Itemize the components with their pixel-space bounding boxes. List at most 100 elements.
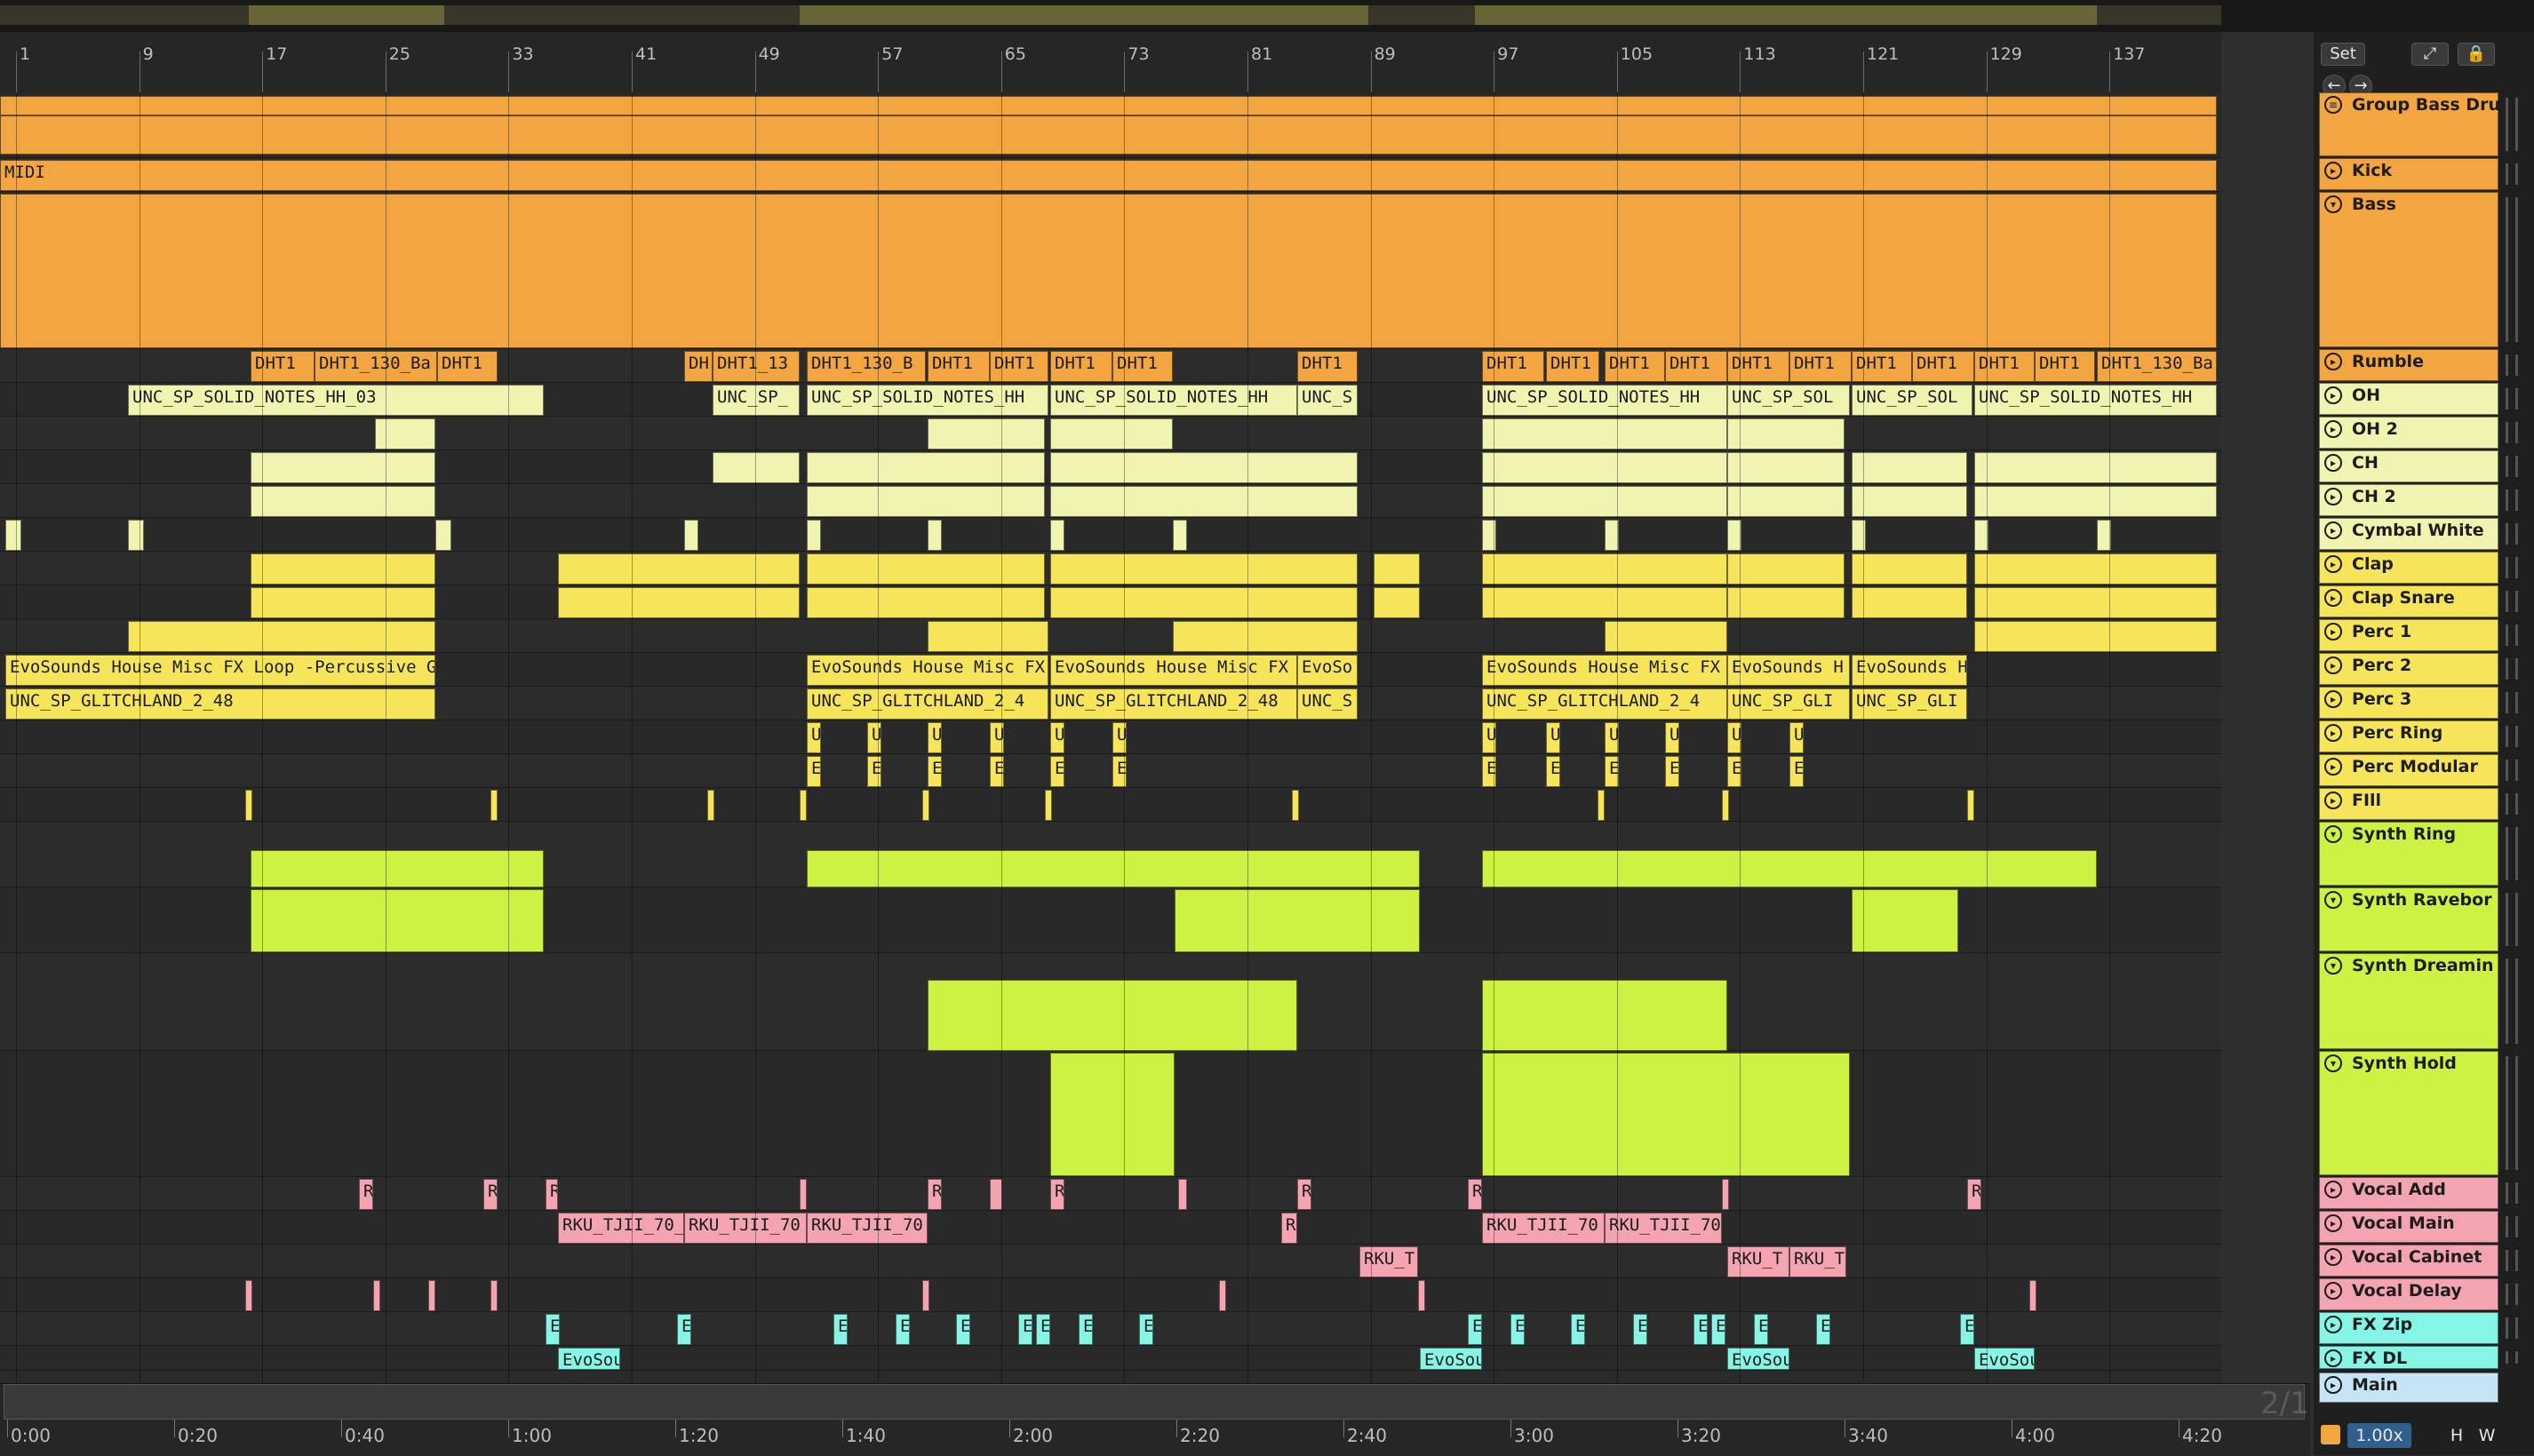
play-icon[interactable]: ▸ [2324, 1376, 2342, 1394]
clip[interactable] [251, 553, 435, 585]
clip[interactable]: E [1605, 756, 1619, 787]
clip[interactable] [0, 194, 2217, 348]
clip[interactable] [684, 520, 698, 551]
clip[interactable] [128, 621, 435, 652]
track-header[interactable]: ▾ Synth Ravebor [2319, 887, 2498, 951]
track-activator[interactable] [2506, 1056, 2518, 1170]
clip[interactable] [1852, 520, 1866, 551]
track-activator[interactable] [2506, 692, 2518, 713]
record-icon[interactable] [2321, 1425, 2340, 1444]
track-header[interactable]: ▸ Perc Modular [2319, 754, 2498, 786]
track-activator[interactable] [2506, 456, 2518, 477]
clip[interactable] [5, 520, 21, 551]
clip[interactable] [128, 520, 144, 551]
track-activator[interactable] [2506, 591, 2518, 612]
clip[interactable] [807, 520, 821, 551]
track-lane[interactable] [0, 788, 2221, 822]
clip[interactable]: DHT1 [1050, 351, 1112, 382]
clip[interactable]: DHT1_130_Ba [2097, 351, 2217, 382]
arrangement-overview[interactable] [0, 0, 2534, 32]
clip[interactable]: UNC_SP_SOLID_NOTES_HH [1482, 385, 1727, 416]
fold-icon[interactable]: ▾ [2324, 957, 2342, 975]
clip[interactable]: UNC_SP_GLITCHLAND_2_4 [807, 688, 1048, 720]
clip[interactable] [1605, 520, 1619, 551]
clip[interactable]: E [833, 1314, 848, 1345]
clip[interactable]: E [1665, 756, 1679, 787]
group-icon[interactable]: ≡ [2324, 96, 2342, 114]
clip[interactable] [922, 1280, 929, 1311]
clip[interactable]: DHT1 [990, 351, 1048, 382]
w-button[interactable]: W [2475, 1423, 2498, 1448]
clip[interactable] [928, 520, 942, 551]
clip[interactable] [807, 587, 1045, 618]
clip[interactable]: EvoSo [1297, 655, 1358, 686]
track-activator[interactable] [2506, 163, 2518, 185]
clip[interactable] [1727, 553, 1845, 585]
clip[interactable] [1974, 520, 1988, 551]
clip[interactable]: DHT1 [928, 351, 990, 382]
clip[interactable]: UNC_SP_GLITCHLAND_2_48 [5, 688, 435, 720]
clip[interactable]: E [1482, 756, 1496, 787]
h-button[interactable]: H [2445, 1423, 2468, 1448]
clip[interactable] [2097, 520, 2111, 551]
clip[interactable] [1219, 1280, 1226, 1311]
clip[interactable]: R [1281, 1213, 1297, 1244]
clip[interactable]: U [990, 722, 1004, 753]
clip[interactable]: E [1139, 1314, 1153, 1345]
track-header[interactable]: ▸ FIll [2319, 788, 2498, 820]
track-activator[interactable] [2506, 1182, 2518, 1204]
track-activator[interactable] [2506, 760, 2518, 781]
play-icon[interactable]: ▸ [2324, 353, 2342, 370]
clip[interactable] [928, 621, 1048, 652]
play-icon[interactable]: ▸ [2324, 758, 2342, 776]
track-activator[interactable] [2506, 658, 2518, 680]
clip[interactable]: E [677, 1314, 691, 1345]
clip[interactable]: U [1482, 722, 1496, 753]
track-activator[interactable] [2506, 422, 2518, 443]
track-activator[interactable] [2506, 625, 2518, 646]
clip[interactable] [1727, 418, 1845, 450]
clip[interactable]: U [1789, 722, 1804, 753]
clip[interactable]: U [807, 722, 821, 753]
play-icon[interactable]: ▸ [2324, 555, 2342, 573]
track-header[interactable]: ▸ Clap [2319, 552, 2498, 584]
clip[interactable]: EvoSou [558, 1348, 620, 1370]
clip[interactable]: DHT1 [1912, 351, 1974, 382]
arrangement-scrollbar-strip[interactable] [2221, 32, 2314, 1455]
clip[interactable] [490, 790, 498, 821]
track-header[interactable]: ▸ Vocal Add [2319, 1177, 2498, 1209]
clip[interactable]: EvoSounds House Misc FX Lo [1050, 655, 1297, 686]
play-icon[interactable]: ▸ [2324, 454, 2342, 472]
clip[interactable]: U [1727, 722, 1741, 753]
track-header[interactable]: ▸ Perc Ring [2319, 720, 2498, 752]
clip[interactable]: E [896, 1314, 910, 1345]
clip[interactable]: UNC_SP_SOLID_NOTES_HH_03 [128, 385, 544, 416]
clip[interactable]: E [1711, 1314, 1725, 1345]
clip[interactable] [1974, 621, 2217, 652]
clip[interactable] [707, 790, 714, 821]
track-activator[interactable] [2506, 1284, 2518, 1305]
clip[interactable] [807, 850, 1420, 887]
clip[interactable] [1598, 790, 1605, 821]
clip[interactable] [1050, 418, 1173, 450]
clip[interactable] [1852, 889, 1958, 952]
clip[interactable] [245, 790, 252, 821]
clip[interactable] [1974, 587, 2217, 618]
clip[interactable]: E [807, 756, 821, 787]
clip[interactable]: EvoSounds House Misc FX L [807, 655, 1048, 686]
track-header[interactable]: ▸ Clap Snare [2319, 585, 2498, 617]
clip[interactable] [1852, 452, 1967, 483]
clip[interactable] [251, 486, 435, 517]
track-activator[interactable] [2506, 557, 2518, 578]
clip[interactable] [1374, 553, 1420, 585]
clip[interactable]: RKU_T [1789, 1246, 1846, 1277]
clip[interactable] [490, 1280, 498, 1311]
clip[interactable]: UNC_S [1297, 688, 1358, 720]
clip[interactable]: E [1468, 1314, 1482, 1345]
track-activator[interactable] [2506, 726, 2518, 747]
track-header[interactable]: ▸ Vocal Main [2319, 1211, 2498, 1243]
clip[interactable] [1482, 587, 1727, 618]
track-lane[interactable] [0, 1312, 2221, 1346]
clip[interactable]: U [1605, 722, 1619, 753]
track-activator[interactable] [2506, 827, 2518, 880]
